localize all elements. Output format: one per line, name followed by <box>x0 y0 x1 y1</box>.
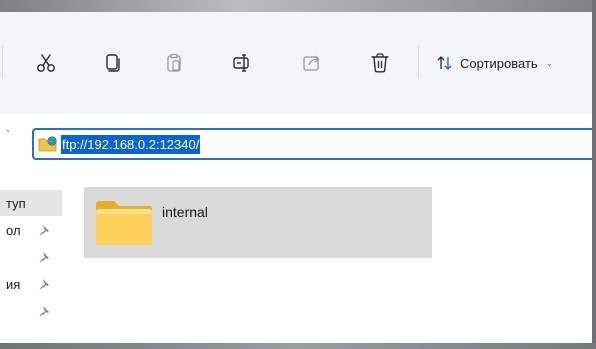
toolbar-separator <box>2 46 3 78</box>
address-input[interactable]: ftp://192.168.0.2:12340/ <box>61 134 201 154</box>
sort-arrows-icon <box>437 56 452 70</box>
nav-item-label: ол <box>6 222 21 238</box>
nav-item-quick-access[interactable]: туп <box>0 190 62 216</box>
share-button[interactable] <box>296 47 328 79</box>
desktop-background-bottom <box>0 343 596 349</box>
delete-button[interactable] <box>364 47 396 79</box>
cut-button[interactable] <box>30 47 62 79</box>
navigation-pane: туп ол ия <box>0 186 62 343</box>
scissors-icon <box>37 54 55 72</box>
rename-icon <box>233 54 249 72</box>
pin-icon <box>39 279 49 290</box>
paste-button[interactable] <box>158 47 190 79</box>
sort-button-label: Сортировать <box>460 55 538 71</box>
toolbar-separator <box>418 46 419 78</box>
pin-icon <box>39 306 49 317</box>
nav-item-desktop[interactable]: ол <box>0 217 62 243</box>
address-bar[interactable]: ftp://192.168.0.2:12340/ <box>32 128 592 160</box>
ftp-location-icon <box>38 135 58 153</box>
nav-item-downloads[interactable] <box>0 244 62 270</box>
nav-item-pictures[interactable] <box>0 298 62 324</box>
chevron-down-icon: ⌄ <box>545 57 554 68</box>
copy-button[interactable] <box>96 47 128 79</box>
file-list: internal <box>62 170 592 343</box>
nav-item-label: ия <box>6 276 21 292</box>
up-caret-icon[interactable]: ˋ <box>6 128 10 142</box>
nav-item-label: туп <box>6 195 26 211</box>
address-row: ˋ ftp://192.168.0.2:12340/ <box>0 114 592 170</box>
folder-item[interactable]: internal <box>84 187 432 258</box>
pin-icon <box>39 252 49 263</box>
file-explorer-window: Сортировать ⌄ ˋ ftp://192.168.0.2:12340/… <box>0 12 592 343</box>
share-icon <box>303 55 320 71</box>
trash-icon <box>371 53 389 73</box>
folder-icon <box>96 201 152 245</box>
nav-item-documents[interactable]: ия <box>0 271 62 297</box>
copy-icon <box>106 54 120 72</box>
desktop-background-right <box>592 0 596 349</box>
command-bar: Сортировать ⌄ <box>0 12 592 114</box>
rename-button[interactable] <box>226 47 258 79</box>
folder-name: internal <box>162 204 208 220</box>
paste-icon <box>167 53 181 72</box>
pin-icon <box>39 225 49 236</box>
sort-button[interactable]: Сортировать ⌄ <box>436 49 553 77</box>
